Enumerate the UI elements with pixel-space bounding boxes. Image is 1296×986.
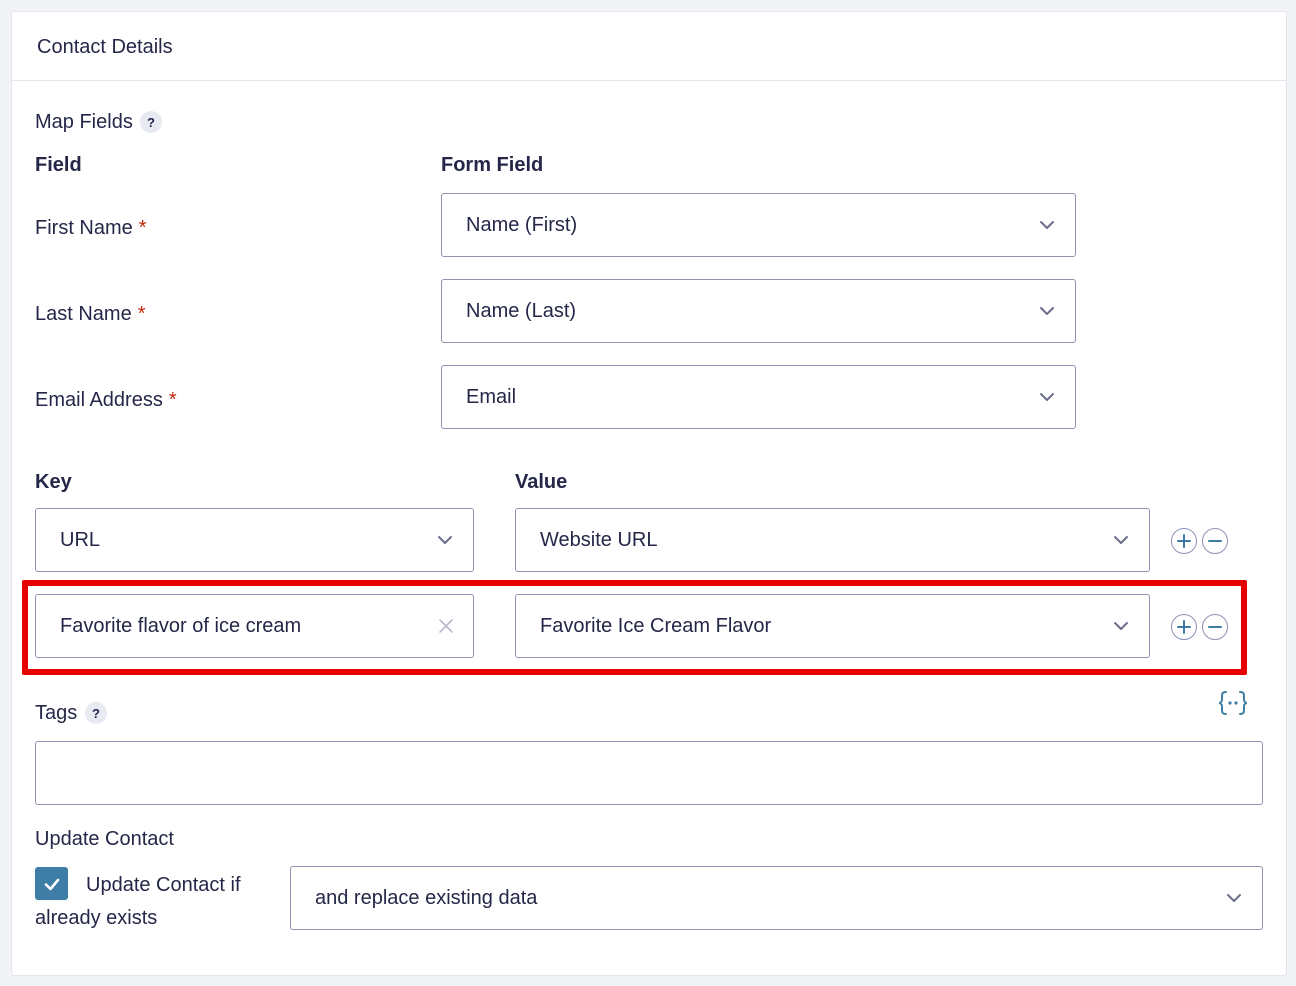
update-contact-checkbox[interactable] bbox=[35, 867, 68, 900]
tags-label: Tags bbox=[35, 702, 78, 724]
form-field-column-header: Form Field bbox=[441, 154, 544, 176]
add-row-button[interactable] bbox=[1171, 528, 1197, 554]
value-column-header: Value bbox=[515, 471, 568, 493]
panel-header: Contact Details bbox=[12, 12, 1286, 81]
chevron-down-icon bbox=[1040, 307, 1054, 315]
update-contact-checkbox-label-line2[interactable]: already exists bbox=[35, 907, 157, 930]
panel-title: Contact Details bbox=[37, 36, 173, 58]
remove-row-button[interactable] bbox=[1202, 614, 1228, 640]
required-marker: * bbox=[168, 389, 177, 411]
add-row-button[interactable] bbox=[1171, 614, 1197, 640]
tags-input[interactable] bbox=[35, 741, 1263, 805]
last-name-form-field-select[interactable]: Name (Last) bbox=[441, 279, 1076, 343]
chevron-down-icon bbox=[1040, 393, 1054, 401]
check-icon bbox=[44, 878, 59, 890]
chevron-down-icon bbox=[438, 536, 452, 544]
last-name-label: Last Name * bbox=[35, 303, 146, 325]
chevron-down-icon bbox=[1040, 221, 1054, 229]
plus-icon bbox=[1177, 534, 1191, 548]
update-mode-select[interactable]: and replace existing data bbox=[290, 866, 1263, 930]
first-name-label: First Name * bbox=[35, 217, 147, 239]
field-column-header: Field bbox=[35, 154, 82, 176]
map-fields-help-icon[interactable]: ? bbox=[140, 111, 162, 133]
chevron-down-icon bbox=[1227, 894, 1241, 902]
map-fields-label: Map Fields bbox=[35, 111, 133, 133]
update-contact-checkbox-label[interactable]: Update Contact if bbox=[86, 874, 241, 897]
update-contact-label: Update Contact bbox=[35, 828, 174, 850]
email-form-field-select[interactable]: Email bbox=[441, 365, 1076, 429]
remove-row-button[interactable] bbox=[1202, 528, 1228, 554]
required-marker: * bbox=[138, 217, 147, 239]
tags-help-icon[interactable]: ? bbox=[85, 702, 107, 724]
chevron-down-icon bbox=[1114, 536, 1128, 544]
key-select-url[interactable]: URL bbox=[35, 508, 474, 572]
merge-tag-icon[interactable] bbox=[1216, 689, 1250, 717]
chevron-down-icon bbox=[1114, 622, 1128, 630]
plus-icon bbox=[1177, 620, 1191, 634]
close-icon[interactable] bbox=[437, 617, 455, 635]
minus-icon bbox=[1208, 626, 1222, 628]
value-select-favorite-ice-cream-flavor[interactable]: Favorite Ice Cream Flavor bbox=[515, 594, 1150, 658]
key-input-custom[interactable]: Favorite flavor of ice cream bbox=[35, 594, 474, 658]
key-column-header: Key bbox=[35, 471, 72, 493]
value-select-website-url[interactable]: Website URL bbox=[515, 508, 1150, 572]
first-name-form-field-select[interactable]: Name (First) bbox=[441, 193, 1076, 257]
required-marker: * bbox=[137, 303, 146, 325]
minus-icon bbox=[1208, 540, 1222, 542]
email-address-label: Email Address * bbox=[35, 389, 177, 411]
contact-details-panel: Contact Details bbox=[11, 11, 1287, 976]
